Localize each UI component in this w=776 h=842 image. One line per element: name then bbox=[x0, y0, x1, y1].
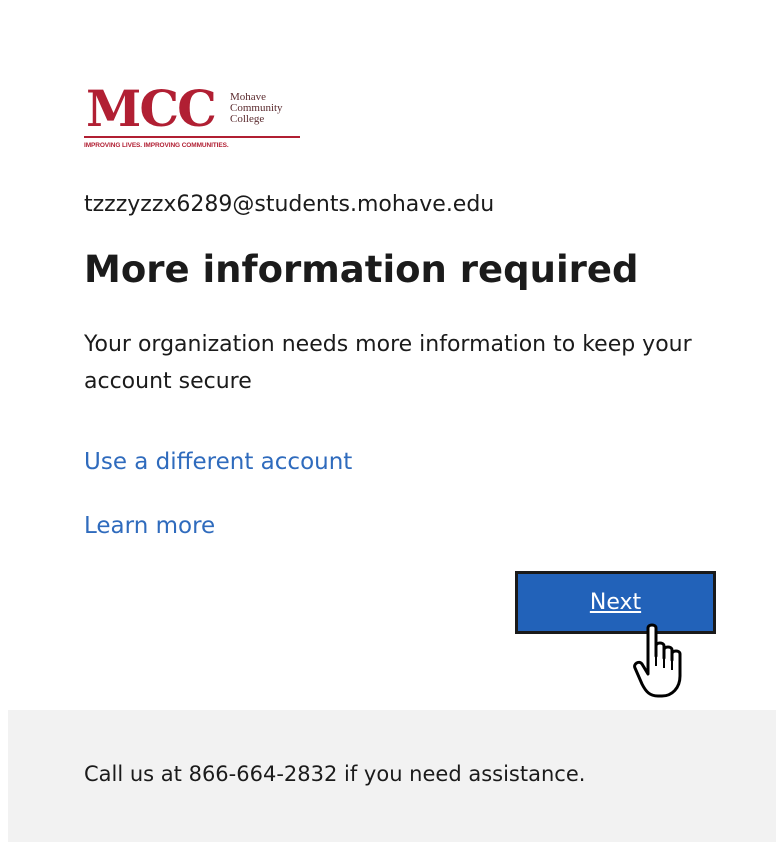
hand-pointer-icon bbox=[633, 623, 682, 698]
learn-more-link[interactable]: Learn more bbox=[84, 513, 215, 539]
help-footer: Call us at 866-664-2832 if you need assi… bbox=[8, 710, 776, 842]
logo-name-line: College bbox=[230, 113, 265, 125]
page-description: Your organization needs more information… bbox=[84, 332, 692, 394]
sign-in-page: MCC Mohave Community College IMPROVING L… bbox=[0, 0, 776, 842]
college-logo: MCC Mohave Community College IMPROVING L… bbox=[84, 82, 304, 154]
support-phone-text: Call us at 866-664-2832 if you need assi… bbox=[84, 762, 586, 786]
use-different-account-link[interactable]: Use a different account bbox=[84, 449, 352, 475]
logo-divider bbox=[84, 136, 300, 138]
logo-college-name: Mohave Community College bbox=[230, 92, 283, 125]
logo-tagline: IMPROVING LIVES. IMPROVING COMMUNITIES. bbox=[84, 142, 229, 149]
page-title: More information required bbox=[84, 248, 639, 291]
account-email: tzzzyzzx6289@students.mohave.edu bbox=[84, 192, 495, 217]
logo-mark: MCC bbox=[86, 79, 217, 138]
